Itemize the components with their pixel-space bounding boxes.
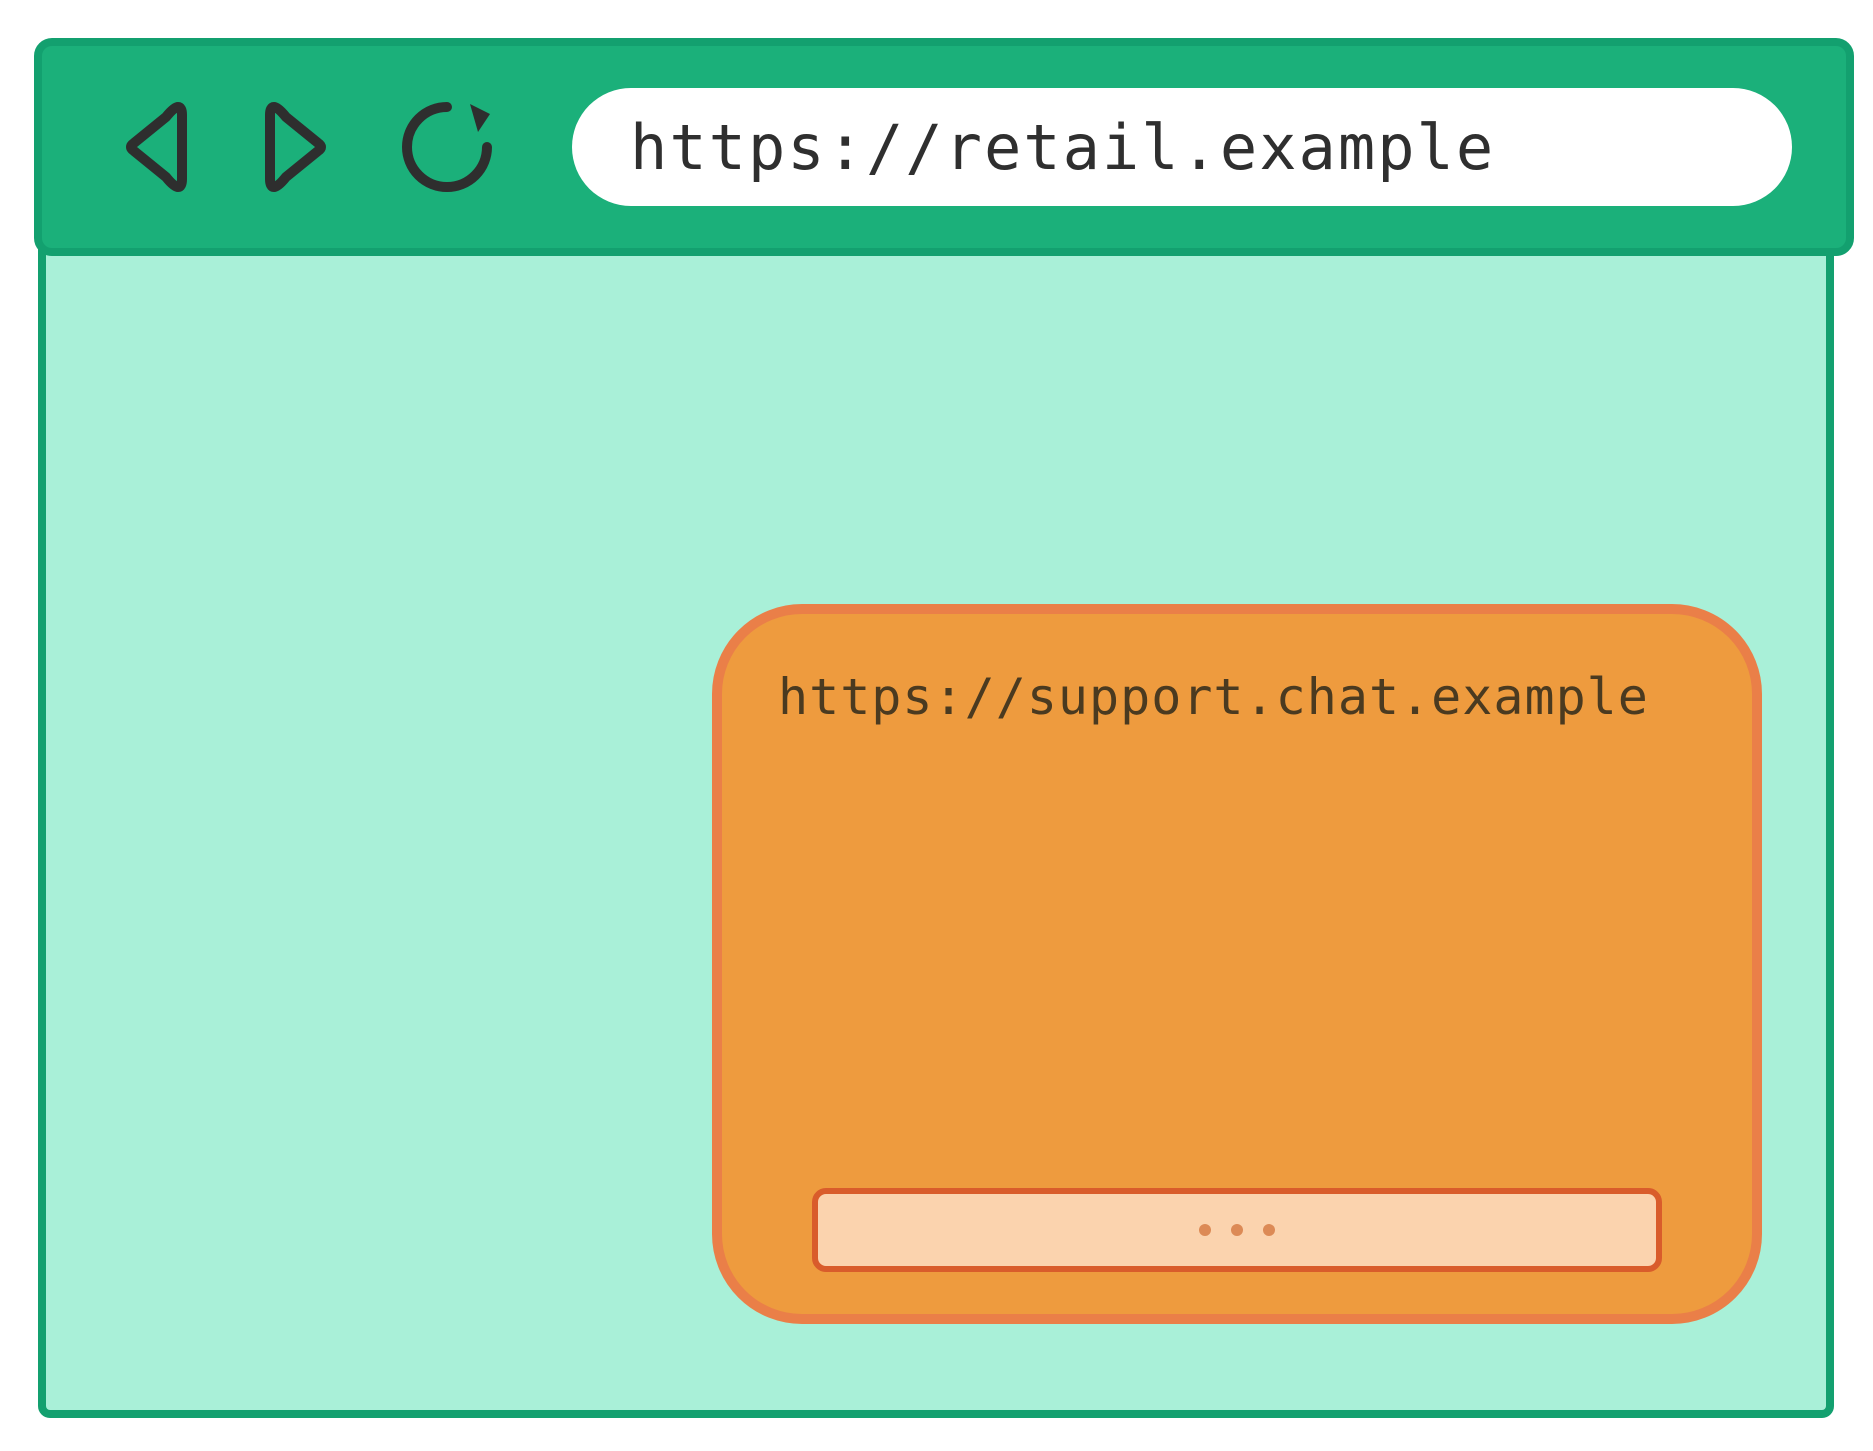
- forward-button[interactable]: [252, 92, 340, 202]
- nav-button-group: [112, 92, 502, 202]
- refresh-icon: [392, 92, 502, 202]
- refresh-button[interactable]: [392, 92, 502, 202]
- back-button[interactable]: [112, 92, 200, 202]
- page-content-area: https://support.chat.example: [46, 256, 1826, 1410]
- address-bar[interactable]: https://retail.example: [572, 88, 1792, 206]
- typing-dot-icon: [1263, 1224, 1275, 1236]
- chat-input[interactable]: [812, 1188, 1662, 1272]
- typing-dot-icon: [1231, 1224, 1243, 1236]
- browser-toolbar: https://retail.example: [34, 38, 1854, 256]
- browser-window: https://retail.example https://support.c…: [38, 38, 1834, 1418]
- forward-icon: [260, 97, 332, 197]
- chat-widget-origin-label: https://support.chat.example: [778, 668, 1696, 726]
- chat-widget-frame: https://support.chat.example: [712, 604, 1762, 1324]
- typing-dot-icon: [1199, 1224, 1211, 1236]
- back-icon: [120, 97, 192, 197]
- address-bar-text: https://retail.example: [630, 111, 1495, 184]
